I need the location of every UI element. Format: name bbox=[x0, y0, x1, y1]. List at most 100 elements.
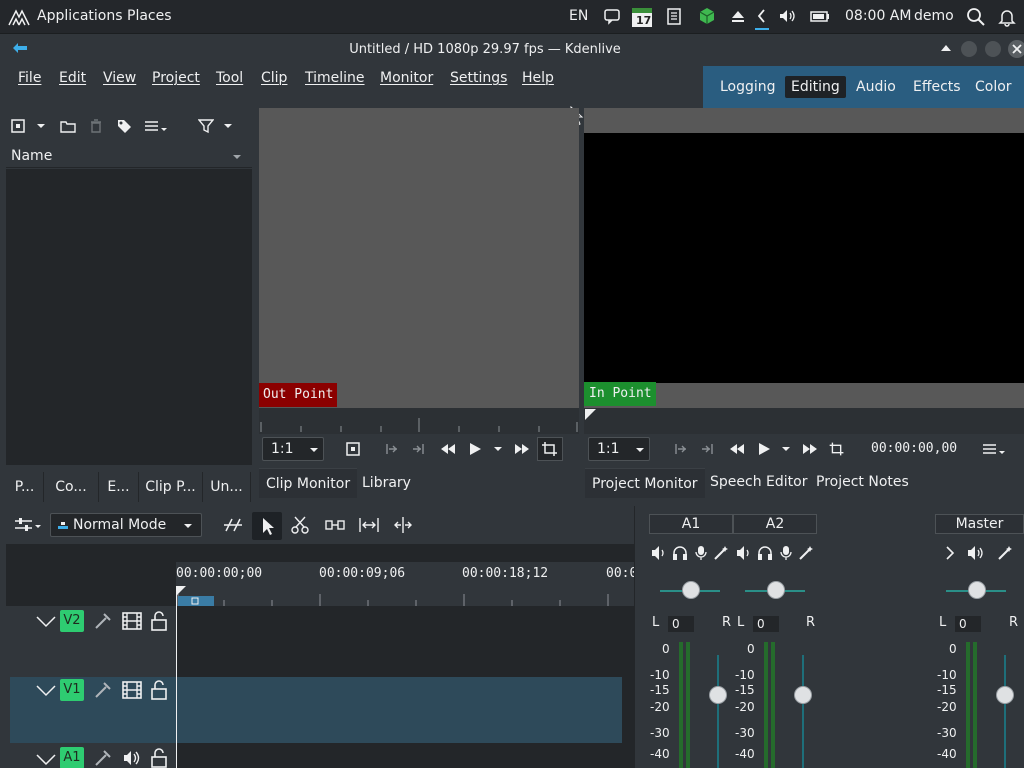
effects-toggle-icon[interactable] bbox=[94, 749, 112, 767]
bin-tab-undo-history[interactable]: Un... bbox=[203, 472, 251, 502]
crop-icon[interactable] bbox=[826, 438, 848, 460]
play-icon[interactable] bbox=[467, 441, 483, 457]
app-launcher-icon[interactable] bbox=[8, 8, 30, 28]
close-button[interactable] bbox=[1008, 40, 1024, 58]
video-film-icon[interactable] bbox=[122, 612, 142, 630]
rewind-icon[interactable] bbox=[439, 441, 457, 457]
a1-volume-value[interactable]: 0 bbox=[668, 616, 694, 632]
bin-tab-effects[interactable]: E... bbox=[99, 472, 139, 502]
menu-project[interactable]: Project bbox=[152, 70, 200, 86]
tab-library[interactable]: Library bbox=[355, 468, 418, 498]
search-icon[interactable] bbox=[966, 7, 986, 27]
clock[interactable]: 08:00 AM bbox=[845, 8, 911, 24]
master-volume-value[interactable]: 0 bbox=[955, 616, 981, 632]
tab-project-notes[interactable]: Project Notes bbox=[809, 467, 916, 497]
mute-icon[interactable] bbox=[967, 545, 985, 561]
effects-wand-icon[interactable] bbox=[798, 545, 814, 561]
menu-monitor[interactable]: Monitor bbox=[380, 70, 433, 86]
mute-icon[interactable] bbox=[651, 545, 667, 561]
collapse-chevron-icon[interactable] bbox=[36, 683, 56, 697]
filter-dropdown-icon[interactable] bbox=[223, 122, 233, 130]
lock-icon[interactable] bbox=[150, 611, 168, 631]
lock-icon[interactable] bbox=[150, 748, 168, 768]
spacer-tool-icon[interactable] bbox=[222, 515, 244, 535]
effects-wand-icon[interactable] bbox=[997, 545, 1013, 561]
bin-tab-compositions[interactable]: Co... bbox=[44, 472, 99, 502]
eject-icon[interactable] bbox=[729, 7, 749, 27]
effects-wand-icon[interactable] bbox=[713, 545, 729, 561]
headphones-icon[interactable] bbox=[757, 545, 773, 561]
tag-icon[interactable] bbox=[116, 118, 132, 134]
project-timecode[interactable]: 00:00:00,00 bbox=[871, 441, 957, 456]
timeline-ruler[interactable]: 00:00:00;00 00:00:09;06 00:00:18;12 00:0 bbox=[176, 562, 634, 606]
set-out-point-icon[interactable] bbox=[411, 441, 427, 457]
fader-knob-master[interactable] bbox=[996, 686, 1014, 704]
layout-logging[interactable]: Logging bbox=[714, 76, 782, 98]
selection-tool-button[interactable] bbox=[252, 512, 282, 540]
layout-editing[interactable]: Editing bbox=[785, 76, 846, 98]
tab-project-monitor[interactable]: Project Monitor bbox=[585, 468, 705, 498]
layout-effects[interactable]: Effects bbox=[907, 76, 967, 98]
multicam-tool-icon[interactable] bbox=[392, 515, 414, 535]
collapse-chevron-icon[interactable] bbox=[36, 752, 56, 766]
menu-help[interactable]: Help bbox=[522, 70, 554, 86]
menu-timeline[interactable]: Timeline bbox=[305, 70, 365, 86]
fast-forward-icon[interactable] bbox=[801, 441, 819, 457]
menu-edit[interactable]: Edit bbox=[59, 70, 86, 86]
battery-icon[interactable] bbox=[810, 7, 830, 27]
timeline-playhead[interactable] bbox=[176, 586, 177, 768]
view-menu-icon[interactable] bbox=[144, 118, 168, 134]
fit-zone-icon[interactable] bbox=[345, 441, 361, 457]
lock-icon[interactable] bbox=[150, 680, 168, 700]
menu-file[interactable]: File bbox=[18, 70, 41, 86]
clipboard-icon[interactable] bbox=[665, 7, 685, 27]
menu-clip[interactable]: Clip bbox=[261, 70, 287, 86]
play-options-chevron-icon[interactable] bbox=[493, 445, 503, 453]
menu-settings[interactable]: Settings bbox=[450, 70, 507, 86]
set-in-point-icon[interactable] bbox=[383, 441, 399, 457]
volume-icon[interactable] bbox=[778, 7, 798, 27]
chevron-down-icon[interactable] bbox=[36, 122, 46, 130]
expand-tray-icon[interactable] bbox=[755, 4, 769, 30]
razor-tool-icon[interactable] bbox=[290, 515, 310, 535]
language-indicator[interactable]: EN bbox=[569, 8, 588, 24]
maximize-button[interactable] bbox=[985, 41, 1001, 57]
tab-clip-monitor[interactable]: Clip Monitor bbox=[259, 468, 358, 498]
layout-audio[interactable]: Audio bbox=[850, 76, 902, 98]
play-icon[interactable] bbox=[756, 441, 772, 457]
package-update-icon[interactable] bbox=[698, 7, 718, 27]
sort-chevron-icon[interactable] bbox=[232, 153, 242, 161]
minimize-button[interactable] bbox=[961, 41, 977, 57]
window-title-bar[interactable]: Untitled / HD 1080p 29.97 fps — Kdenlive bbox=[0, 34, 1024, 64]
collapse-chevron-icon[interactable] bbox=[36, 614, 56, 628]
effects-toggle-icon[interactable] bbox=[94, 681, 112, 699]
fast-forward-icon[interactable] bbox=[513, 441, 531, 457]
notifications-bell-icon[interactable] bbox=[997, 7, 1017, 27]
chat-icon[interactable] bbox=[603, 7, 623, 27]
menu-tool[interactable]: Tool bbox=[216, 70, 243, 86]
bin-tab-clip-properties[interactable]: Clip P... bbox=[139, 472, 203, 502]
track-v2-badge[interactable]: V2 bbox=[60, 610, 84, 632]
rewind-icon[interactable] bbox=[728, 441, 746, 457]
delete-icon[interactable] bbox=[88, 118, 104, 134]
bin-tab-project[interactable]: P... bbox=[6, 472, 44, 502]
pan-knob-a2[interactable] bbox=[767, 581, 785, 599]
play-options-chevron-icon[interactable] bbox=[781, 445, 791, 453]
microphone-icon[interactable] bbox=[694, 545, 708, 561]
clip-monitor-ruler[interactable] bbox=[259, 408, 579, 434]
clip-zoom-combo[interactable]: 1:1 bbox=[262, 437, 324, 461]
headphones-icon[interactable] bbox=[672, 545, 688, 561]
bin-clip-list[interactable] bbox=[6, 169, 252, 465]
set-out-point-icon[interactable] bbox=[700, 441, 716, 457]
menu-view[interactable]: View bbox=[103, 70, 136, 86]
slip-tool-icon[interactable] bbox=[324, 515, 346, 535]
fader-knob-a2[interactable] bbox=[794, 686, 812, 704]
a2-volume-value[interactable]: 0 bbox=[753, 616, 779, 632]
track-v1-badge[interactable]: V1 bbox=[60, 679, 84, 701]
tab-speech-editor[interactable]: Speech Editor bbox=[703, 467, 814, 497]
project-zoom-combo[interactable]: 1:1 bbox=[588, 437, 650, 461]
speaker-icon[interactable] bbox=[122, 749, 142, 767]
microphone-icon[interactable] bbox=[779, 545, 793, 561]
add-clip-icon[interactable] bbox=[10, 118, 26, 134]
ripple-tool-icon[interactable] bbox=[358, 515, 380, 535]
